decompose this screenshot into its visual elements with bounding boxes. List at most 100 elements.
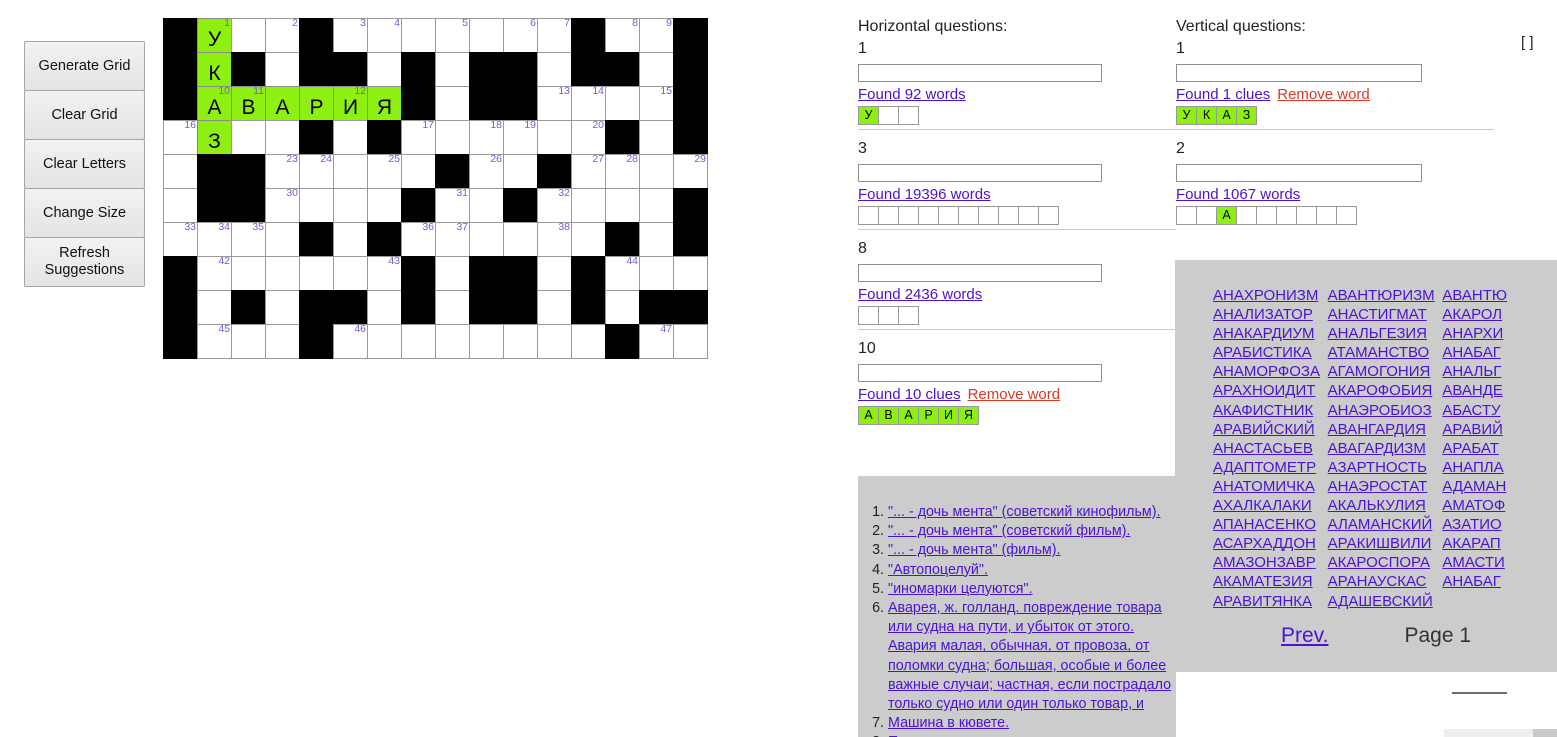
grid-cell[interactable] [639,120,674,155]
grid-cell[interactable]: 45 [197,324,232,359]
suggestion-word-link[interactable]: АДАШЕВСКИЙ [1328,592,1443,611]
grid-cell[interactable] [503,222,538,257]
grid-cell[interactable]: 44 [605,256,640,291]
suggestion-word-link[interactable]: АПАНАСЕНКО [1213,515,1328,534]
grid-cell[interactable] [163,188,198,223]
grid-cell[interactable]: 5 [435,18,470,53]
suggestion-word-link[interactable]: АВАНДЕ [1442,381,1557,400]
grid-cell[interactable]: Р [299,86,334,121]
grid-cell[interactable]: 35 [231,222,266,257]
answer-cell[interactable] [1316,206,1337,225]
grid-cell[interactable] [469,222,504,257]
answer-cell[interactable] [898,206,919,225]
suggestion-word-link[interactable]: АНАЛЬГ [1442,362,1557,381]
suggestion-word-link[interactable]: АКАРОЛ [1442,305,1557,324]
grid-cell[interactable]: 18 [469,120,504,155]
grid-cell[interactable] [163,154,198,189]
grid-cell[interactable]: 20 [571,120,606,155]
grid-cell[interactable]: 30 [265,188,300,223]
suggestion-word-link[interactable]: АКАМАТЕЗИЯ [1213,572,1328,591]
answer-cell[interactable] [938,206,959,225]
grid-cell[interactable] [435,86,470,121]
answer-cell[interactable] [1296,206,1317,225]
suggestion-word-link[interactable]: АМАЗОНЗАВР [1213,553,1328,572]
grid-cell[interactable]: 33 [163,222,198,257]
suggestion-word-link[interactable]: АРАБИСТИКА [1213,343,1328,362]
grid-cell[interactable] [673,256,708,291]
grid-cell[interactable]: Я [367,86,402,121]
grid-cell[interactable]: 12 И [333,86,368,121]
answer-cell[interactable]: А [858,406,879,425]
grid-cell[interactable] [537,290,572,325]
suggestion-word-link[interactable]: АКАРОСПОРА [1328,553,1443,572]
suggestion-word-link[interactable]: АНАЛИЗАТОР [1213,305,1328,324]
remove-word-link[interactable]: Remove word [968,386,1061,403]
answer-cell[interactable] [878,306,899,325]
grid-cell[interactable]: 3 [333,18,368,53]
grid-cell[interactable]: 29 [673,154,708,189]
suggestion-word-link[interactable]: АНАЭРОСТАТ [1328,477,1443,496]
horizontal-question-input[interactable] [858,64,1102,82]
grid-cell[interactable]: 32 [537,188,572,223]
suggestion-word-link[interactable]: АБАСТУ [1442,401,1557,420]
answer-cell[interactable] [1196,206,1217,225]
suggestion-word-link[interactable]: АНАБАГ [1442,343,1557,362]
grid-cell[interactable]: 13 [537,86,572,121]
answer-cell[interactable] [1336,206,1357,225]
answer-cell[interactable]: З [1236,106,1257,125]
answer-cell[interactable] [858,206,879,225]
grid-cell[interactable] [401,18,436,53]
grid-cell[interactable] [639,222,674,257]
grid-cell[interactable] [265,290,300,325]
suggestion-word-link[interactable]: АРАКИШВИЛИ [1328,534,1443,553]
answer-cell[interactable]: К [1196,106,1217,125]
grid-cell[interactable]: 15 [639,86,674,121]
found-words-link[interactable]: Found 92 words [858,86,966,103]
grid-cell[interactable]: 2 [265,18,300,53]
clear-grid-button[interactable]: Clear Grid [24,90,145,140]
answer-cell[interactable]: А [1216,106,1237,125]
remove-word-link[interactable]: Remove word [1277,86,1370,103]
grid-cell[interactable]: 27 [571,154,606,189]
answer-cell[interactable] [1018,206,1039,225]
suggestion-word-link[interactable]: АНАЛЬГЕЗИЯ [1328,324,1443,343]
suggestion-word-link[interactable]: АРАБАТ [1442,439,1557,458]
grid-cell[interactable] [231,120,266,155]
suggestion-word-link[interactable]: АКАЛЬКУЛИЯ [1328,496,1443,515]
suggestion-word-link[interactable]: АВАНТЮ [1442,286,1557,305]
suggestion-word-link[interactable]: АРАВИЙ [1442,420,1557,439]
grid-cell[interactable] [571,324,606,359]
found-words-link[interactable]: Found 1067 words [1176,186,1300,203]
grid-cell[interactable]: 47 [639,324,674,359]
grid-cell[interactable]: 38 [537,222,572,257]
suggestion-word-link[interactable]: АНАМОРФОЗА [1213,362,1328,381]
grid-cell[interactable]: 9 [639,18,674,53]
grid-cell[interactable]: 43 [367,256,402,291]
vertical-question-input[interactable] [1176,164,1422,182]
suggestion-word-link[interactable]: АРАНАУСКАС [1328,572,1443,591]
found-words-link[interactable]: Found 19396 words [858,186,991,203]
grid-cell[interactable] [605,290,640,325]
grid-cell[interactable] [333,222,368,257]
answer-cell[interactable]: У [1176,106,1197,125]
found-words-link[interactable]: Found 1 clues [1176,86,1270,103]
grid-cell[interactable] [639,188,674,223]
suggestion-word-link[interactable]: АНАСТИГМАТ [1328,305,1443,324]
generate-grid-button[interactable]: Generate Grid [24,41,145,91]
grid-cell[interactable]: 34 [197,222,232,257]
grid-cell[interactable] [537,324,572,359]
grid-cell[interactable] [333,256,368,291]
clue-link[interactable]: "иномарки целуются". [888,581,1033,597]
suggestion-word-link[interactable]: АЛАМАНСКИЙ [1328,515,1443,534]
grid-cell[interactable] [605,188,640,223]
grid-cell[interactable] [367,188,402,223]
answer-cell[interactable]: А [898,406,919,425]
grid-cell[interactable] [435,290,470,325]
answer-cell[interactable] [918,206,939,225]
grid-cell[interactable]: 42 [197,256,232,291]
grid-cell[interactable] [469,188,504,223]
answer-cell[interactable] [898,306,919,325]
answer-cell[interactable]: У [858,106,879,125]
suggestion-word-link[interactable]: АРАВИТЯНКА [1213,592,1328,611]
crossword-grid[interactable]: 1 У 2 3 4 5 6 7 8 9 К 10 А 11 В А Р 12 И Я 13 14 15 16 З 17 18 19 20… [163,18,708,359]
